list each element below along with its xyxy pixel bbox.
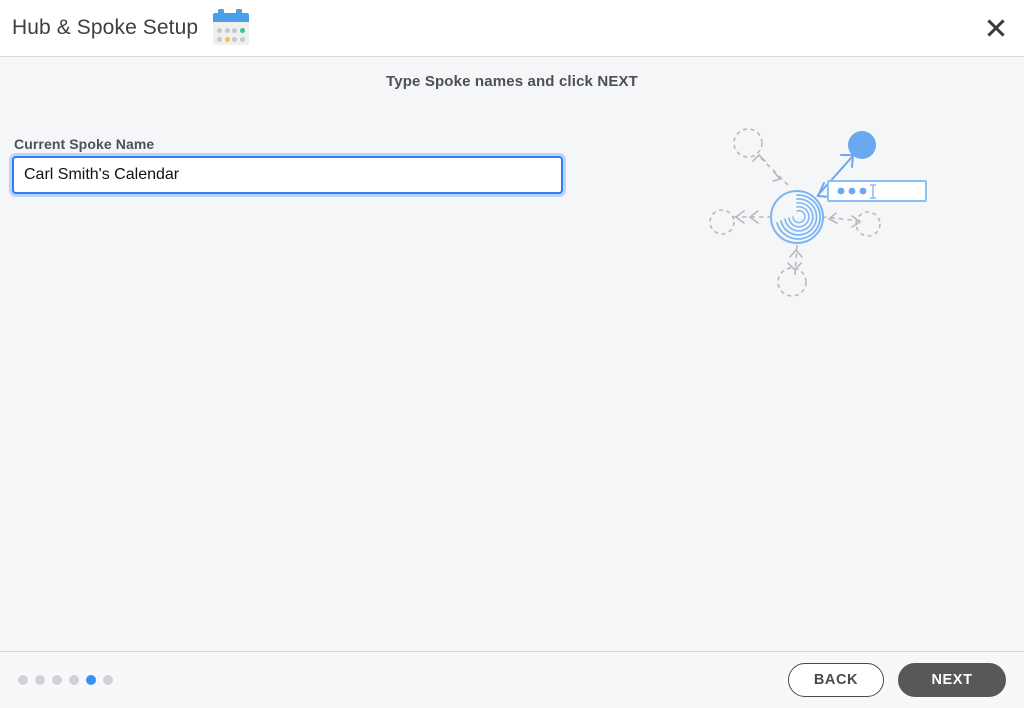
close-button[interactable] (968, 0, 1024, 56)
hub-and-spoke-diagram (700, 117, 950, 317)
calendar-dot (239, 28, 245, 33)
spoke-name-textbox-illustration (827, 180, 927, 202)
pagination-dot[interactable] (35, 675, 45, 685)
back-button[interactable]: BACK (788, 663, 884, 697)
calendar-dot (217, 28, 223, 33)
pagination-dots (18, 675, 113, 685)
spoke-name-label: Current Spoke Name (14, 136, 155, 152)
pagination-dot[interactable] (18, 675, 28, 685)
spoke-node-inactive (777, 267, 807, 297)
pagination-dot[interactable] (52, 675, 62, 685)
calendar-dot (239, 37, 245, 42)
next-button[interactable]: NEXT (898, 663, 1006, 697)
footer-bar: BACK NEXT (0, 651, 1024, 708)
main-content: Type Spoke names and click NEXT Current … (0, 57, 1024, 651)
close-icon (987, 19, 1005, 37)
spoke-node-inactive (855, 211, 881, 237)
hub-and-spoke-setup-window: Hub & Spoke Setup Type Spoke names and c… (0, 0, 1024, 708)
calendar-dot (224, 28, 230, 33)
spoke-name-input[interactable] (12, 156, 563, 194)
page-title: Hub & Spoke Setup (12, 16, 199, 39)
calendar-dot (217, 37, 223, 42)
title-bar: Hub & Spoke Setup (0, 0, 1024, 57)
calendar-dot (232, 37, 238, 42)
active-spoke-node (848, 131, 876, 159)
spoke-node-inactive (709, 209, 735, 235)
spoke-node-inactive (733, 128, 763, 158)
spoke-name-field-wrapper (12, 156, 563, 194)
calendar-icon (211, 9, 251, 47)
hub-spiral (770, 190, 824, 244)
pagination-dot[interactable] (69, 675, 79, 685)
pagination-dot-active[interactable] (86, 675, 96, 685)
calendar-dot (232, 28, 238, 33)
calendar-dot-grid (216, 26, 246, 44)
pagination-dot[interactable] (103, 675, 113, 685)
calendar-header-bar (213, 13, 250, 22)
calendar-dot (224, 37, 230, 42)
instruction-text: Type Spoke names and click NEXT (386, 73, 638, 90)
